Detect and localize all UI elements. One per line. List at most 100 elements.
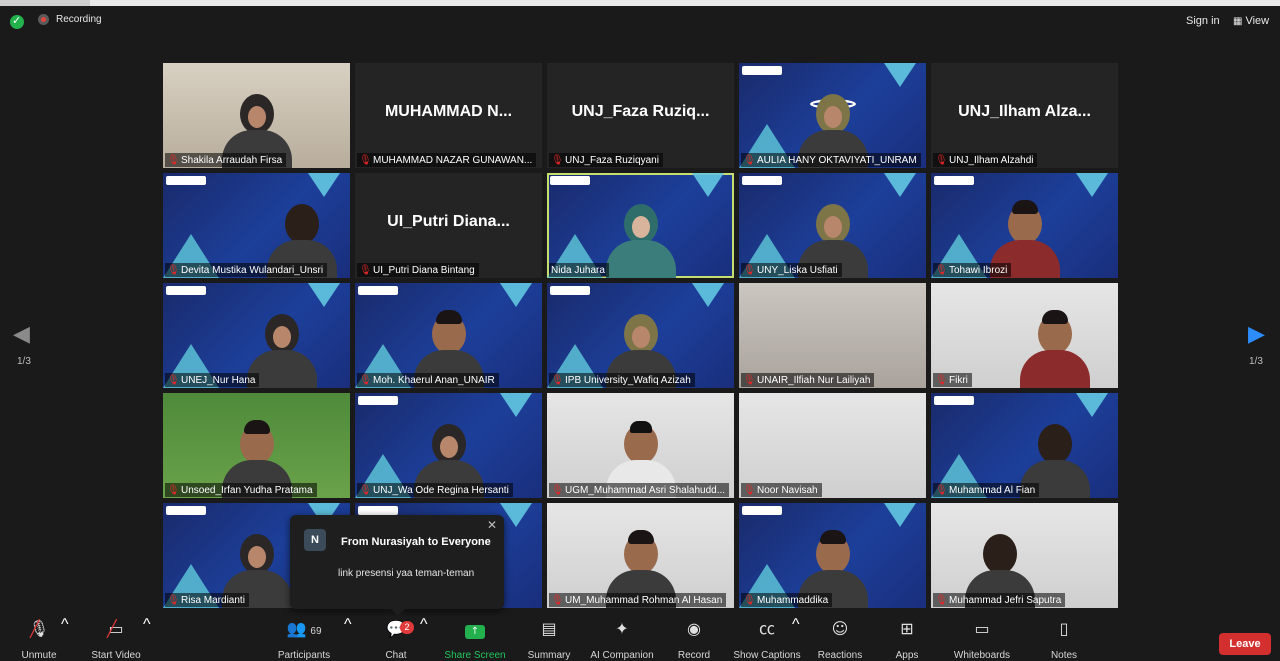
video-tile[interactable]: 🎙 UM_Muhammad Rohman Al Hasan	[547, 503, 734, 608]
event-banner-logo	[358, 506, 398, 515]
muted-mic-icon: 🎙	[167, 484, 180, 496]
video-tile[interactable]: 🎙 Unsoed_Irfan Yudha Pratama	[163, 393, 350, 498]
video-tile[interactable]: 🎙 Tohawi Ibrozi	[931, 173, 1118, 278]
page-indicator-left: 1/3	[17, 356, 31, 367]
muted-mic-icon: 🎙	[743, 484, 756, 496]
participant-video	[605, 198, 676, 278]
leave-button[interactable]: Leave	[1219, 633, 1271, 655]
chat-notification-popup[interactable]: N From Nurasiyah to Everyone link presen…	[290, 515, 504, 616]
muted-mic-icon: 🎙	[167, 594, 180, 606]
notes-button[interactable]: ▯ Notes	[1048, 616, 1080, 661]
video-tile[interactable]: UI_Putri Diana... 🎙 UI_Putri Diana Bintan…	[355, 173, 542, 278]
video-tile[interactable]: 🎙 Muhammad Jefri Saputra	[931, 503, 1118, 608]
participant-name-label: 🎙 UI_Putri Diana Bintang	[357, 263, 479, 277]
muted-mic-icon: 🎙	[167, 264, 180, 276]
video-tile[interactable]: 🎙 UGM_Muhammad Asri Shalahudd...	[547, 393, 734, 498]
summary-label: Summary	[527, 650, 571, 661]
video-tile[interactable]: 🎙 UNEJ_Nur Hana	[163, 283, 350, 388]
participant-name: Fikri	[949, 374, 968, 386]
video-tile[interactable]: 🎙 Muhammaddika	[739, 503, 926, 608]
grid-icon: ▦	[1233, 15, 1243, 27]
video-tile[interactable]: UNJ_Faza Ruziq... 🎙 UNJ_Faza Ruziqyani	[547, 63, 734, 168]
summary-icon: ▤	[541, 619, 557, 638]
event-banner-logo	[742, 66, 782, 75]
muted-mic-icon: 🎙	[551, 154, 564, 166]
participant-name: Muhammad Jefri Saputra	[949, 594, 1062, 606]
video-tile[interactable]: 🎙 Devita Mustika Wulandari_Unsri	[163, 173, 350, 278]
muted-mic-icon: 🎙	[359, 154, 372, 166]
video-tile[interactable]: 🎙 Noor Navisah	[739, 393, 926, 498]
share-screen-button[interactable]: ↑ Share Screen	[444, 616, 506, 661]
video-tile[interactable]: 🎙 Moh. Khaerul Anan_UNAIR	[355, 283, 542, 388]
recording-label: Recording	[56, 14, 102, 25]
next-page-arrow-icon[interactable]: ▶	[1248, 322, 1268, 347]
whiteboards-button[interactable]: ▭ Whiteboards	[950, 616, 1014, 661]
muted-mic-icon: 🎙	[743, 594, 756, 606]
participant-name: UM_Muhammad Rohman Al Hasan	[565, 594, 723, 606]
video-tile[interactable]: UNJ_Ilham Alza... 🎙 UNJ_Ilham Alzahdi	[931, 63, 1118, 168]
event-banner-logo	[934, 176, 974, 185]
recording-indicator[interactable]: Recording	[38, 14, 102, 25]
encryption-shield-icon[interactable]	[10, 14, 24, 29]
participants-button[interactable]: 👥 69 Participants	[275, 616, 333, 661]
video-tile[interactable]: 🎙 UNAIR_Ilfiah Nur Lailiyah	[739, 283, 926, 388]
reactions-icon: ☺	[831, 619, 849, 638]
sparkle-icon: ✦	[615, 619, 629, 638]
chat-sender-line: From Nurasiyah to Everyone	[341, 536, 491, 548]
previous-page-arrow-icon[interactable]: ◀	[13, 322, 33, 347]
participant-name-label: 🎙 Fikri	[933, 373, 972, 387]
event-banner-logo	[742, 506, 782, 515]
sign-in-button[interactable]: Sign in	[1186, 15, 1220, 27]
start-video-button[interactable]: ▭ ╱ Start Video	[90, 616, 142, 661]
captions-options-chevron-icon[interactable]: ^	[792, 616, 800, 660]
event-banner-logo	[358, 286, 398, 295]
close-icon[interactable]: ✕	[487, 518, 497, 532]
event-banner-logo	[358, 396, 398, 405]
participant-name-label: 🎙 IPB University_Wafiq Azizah	[549, 373, 695, 387]
participants-options-chevron-icon[interactable]: ^	[344, 616, 352, 660]
muted-microphone-icon: 🎙 ╱	[28, 619, 50, 638]
participant-name-label: 🎙 UNJ_Ilham Alzahdi	[933, 153, 1038, 167]
ai-companion-button[interactable]: ✦ AI Companion	[588, 616, 656, 661]
video-tile[interactable]: 🎙 UNJ_Wa Ode Regina Hersanti	[355, 393, 542, 498]
active-speaker-tile[interactable]: Nida Juhara	[547, 173, 734, 278]
summary-button[interactable]: ▤ Summary	[525, 616, 573, 661]
video-tile[interactable]: 🎙 IPB University_Wafiq Azizah	[547, 283, 734, 388]
apps-button[interactable]: ⊞ Apps	[893, 616, 921, 661]
participant-video	[1019, 308, 1090, 388]
apps-icon: ⊞	[900, 619, 914, 638]
record-button[interactable]: ◉ Record	[676, 616, 712, 661]
video-tile[interactable]: 🎙 Shakila Arraudah Firsa	[163, 63, 350, 168]
event-banner-logo	[166, 506, 206, 515]
participant-name: Muhammad Al Fian	[949, 484, 1036, 496]
video-tile[interactable]: 🎙 UNY_Liska Usfiati	[739, 173, 926, 278]
participant-name: Shakila Arraudah Firsa	[181, 154, 283, 166]
video-tile[interactable]: MUHAMMAD N... 🎙 MUHAMMAD NAZAR GUNAWAN...	[355, 63, 542, 168]
chat-options-chevron-icon[interactable]: ^	[420, 616, 428, 660]
participant-display-name: UNJ_Ilham Alza...	[958, 103, 1091, 120]
muted-mic-icon: 🎙	[935, 594, 948, 606]
participant-name: Noor Navisah	[757, 484, 818, 496]
video-tile[interactable]: 🎙 Muhammad Al Fian	[931, 393, 1118, 498]
reactions-button[interactable]: ☺ Reactions	[816, 616, 864, 661]
video-tile[interactable]: 🎙 AULIA HANY OKTAVIYATI_UNRAM	[739, 63, 926, 168]
audio-options-chevron-icon[interactable]: ^	[61, 616, 69, 660]
participant-name: UNJ_Ilham Alzahdi	[949, 154, 1034, 166]
video-off-icon: ▭ ╱	[107, 619, 124, 638]
video-tile[interactable]: 🎙 Fikri	[931, 283, 1118, 388]
participant-name-label: 🎙 Tohawi Ibrozi	[933, 263, 1012, 277]
record-label: Record	[677, 650, 711, 661]
participant-name-label: 🎙 Shakila Arraudah Firsa	[165, 153, 287, 167]
chat-button[interactable]: 💬 2 Chat	[382, 616, 414, 661]
participant-name-label: 🎙 Unsoed_Irfan Yudha Pratama	[165, 483, 317, 497]
muted-mic-icon: 🎙	[743, 374, 756, 386]
muted-mic-icon: 🎙	[935, 154, 948, 166]
participant-name: UI_Putri Diana Bintang	[373, 264, 475, 276]
participant-name: UNY_Liska Usfiati	[757, 264, 838, 276]
unmute-button[interactable]: 🎙 ╱ Unmute	[18, 616, 60, 661]
video-options-chevron-icon[interactable]: ^	[143, 616, 151, 660]
view-button[interactable]: ▦ View	[1233, 15, 1269, 27]
participant-name: UNJ_Faza Ruziqyani	[565, 154, 659, 166]
participant-name: UNEJ_Nur Hana	[181, 374, 256, 386]
participant-name-label: 🎙 UNEJ_Nur Hana	[165, 373, 260, 387]
